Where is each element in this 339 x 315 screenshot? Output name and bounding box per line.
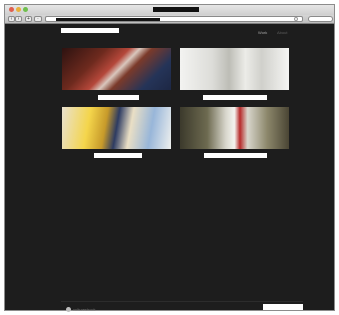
zoom-window-icon[interactable] <box>23 7 28 12</box>
title-bar <box>5 5 334 15</box>
gallery-caption-4[interactable] <box>204 153 267 158</box>
rss-button[interactable]: · <box>34 16 42 22</box>
gallery-thumbnail-4[interactable] <box>180 107 289 149</box>
footer-credit[interactable]: cultureshock <box>73 307 95 312</box>
forward-button[interactable]: › <box>15 16 22 22</box>
gallery-caption-2[interactable] <box>203 95 267 100</box>
browser-toolbar: ‹ › + · <box>5 15 334 24</box>
window-title <box>153 7 199 12</box>
gallery-thumbnail-2[interactable] <box>180 48 289 90</box>
browser-window: ‹ › + · Work About cultureshock <box>4 4 335 312</box>
reload-icon[interactable] <box>294 17 298 21</box>
address-text <box>56 18 160 21</box>
footer-divider <box>61 301 303 302</box>
gallery-caption-3[interactable] <box>94 153 142 158</box>
footer-button[interactable] <box>263 304 303 310</box>
gallery-caption-1[interactable] <box>98 95 139 100</box>
nav-link-about[interactable]: About <box>277 31 287 35</box>
footer-logo-icon <box>66 307 71 312</box>
nav-link-work[interactable]: Work <box>258 31 267 35</box>
back-button[interactable]: ‹ <box>8 16 15 22</box>
add-bookmark-button[interactable]: + <box>25 16 32 22</box>
gallery-thumbnail-3[interactable] <box>62 107 171 149</box>
search-input[interactable] <box>308 16 333 22</box>
gallery-thumbnail-1[interactable] <box>62 48 171 90</box>
minimize-window-icon[interactable] <box>16 7 21 12</box>
site-title[interactable] <box>61 28 119 33</box>
close-window-icon[interactable] <box>9 7 14 12</box>
address-bar[interactable] <box>45 16 303 22</box>
